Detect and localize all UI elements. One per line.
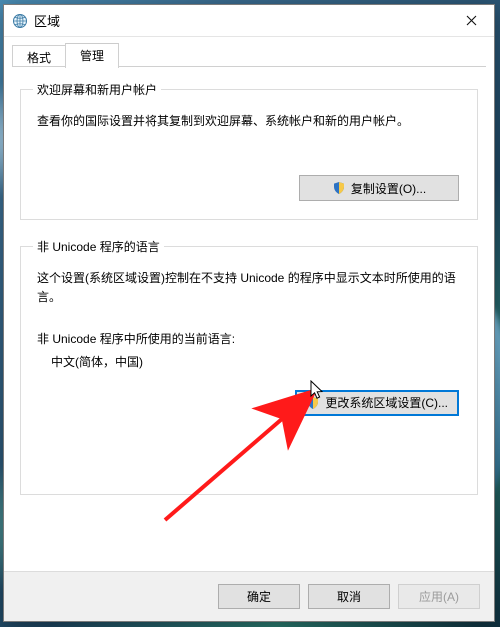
titlebar: 区域	[4, 5, 494, 37]
current-locale: 中文(简体，中国)	[51, 353, 465, 370]
cancel-button[interactable]: 取消	[308, 584, 390, 609]
shield-icon	[332, 181, 346, 195]
shield-icon	[306, 396, 320, 410]
welcome-desc: 查看你的国际设置并将其复制到欢迎屏幕、系统帐户和新的用户帐户。	[37, 112, 465, 131]
welcome-group: 欢迎屏幕和新用户帐户 查看你的国际设置并将其复制到欢迎屏幕、系统帐户和新的用户帐…	[20, 81, 478, 220]
nonunicode-desc: 这个设置(系统区域设置)控制在不支持 Unicode 的程序中显示文本时所使用的…	[37, 269, 465, 307]
nonunicode-legend: 非 Unicode 程序的语言	[33, 238, 164, 255]
dialog-footer: 确定 取消 应用(A)	[4, 571, 494, 621]
change-locale-label: 更改系统区域设置(C)...	[325, 394, 448, 411]
window-title: 区域	[34, 11, 60, 30]
change-locale-button[interactable]: 更改系统区域设置(C)...	[295, 390, 459, 416]
current-language-label: 非 Unicode 程序中所使用的当前语言:	[37, 330, 465, 347]
globe-icon	[12, 13, 28, 29]
region-dialog: 区域 格式 管理 欢迎屏幕和新用户帐户 查看你的国际设置并将其复制到欢迎屏幕、系…	[3, 4, 495, 622]
copy-settings-label: 复制设置(O)...	[351, 180, 426, 197]
tab-admin[interactable]: 管理	[65, 43, 119, 68]
tab-format[interactable]: 格式	[12, 45, 66, 67]
content-area: 欢迎屏幕和新用户帐户 查看你的国际设置并将其复制到欢迎屏幕、系统帐户和新的用户帐…	[4, 67, 494, 571]
copy-settings-button[interactable]: 复制设置(O)...	[299, 175, 459, 201]
close-button[interactable]	[448, 5, 494, 37]
nonunicode-group: 非 Unicode 程序的语言 这个设置(系统区域设置)控制在不支持 Unico…	[20, 238, 478, 494]
tabs: 格式 管理	[4, 37, 494, 67]
welcome-legend: 欢迎屏幕和新用户帐户	[33, 81, 161, 98]
apply-button: 应用(A)	[398, 584, 480, 609]
ok-button[interactable]: 确定	[218, 584, 300, 609]
